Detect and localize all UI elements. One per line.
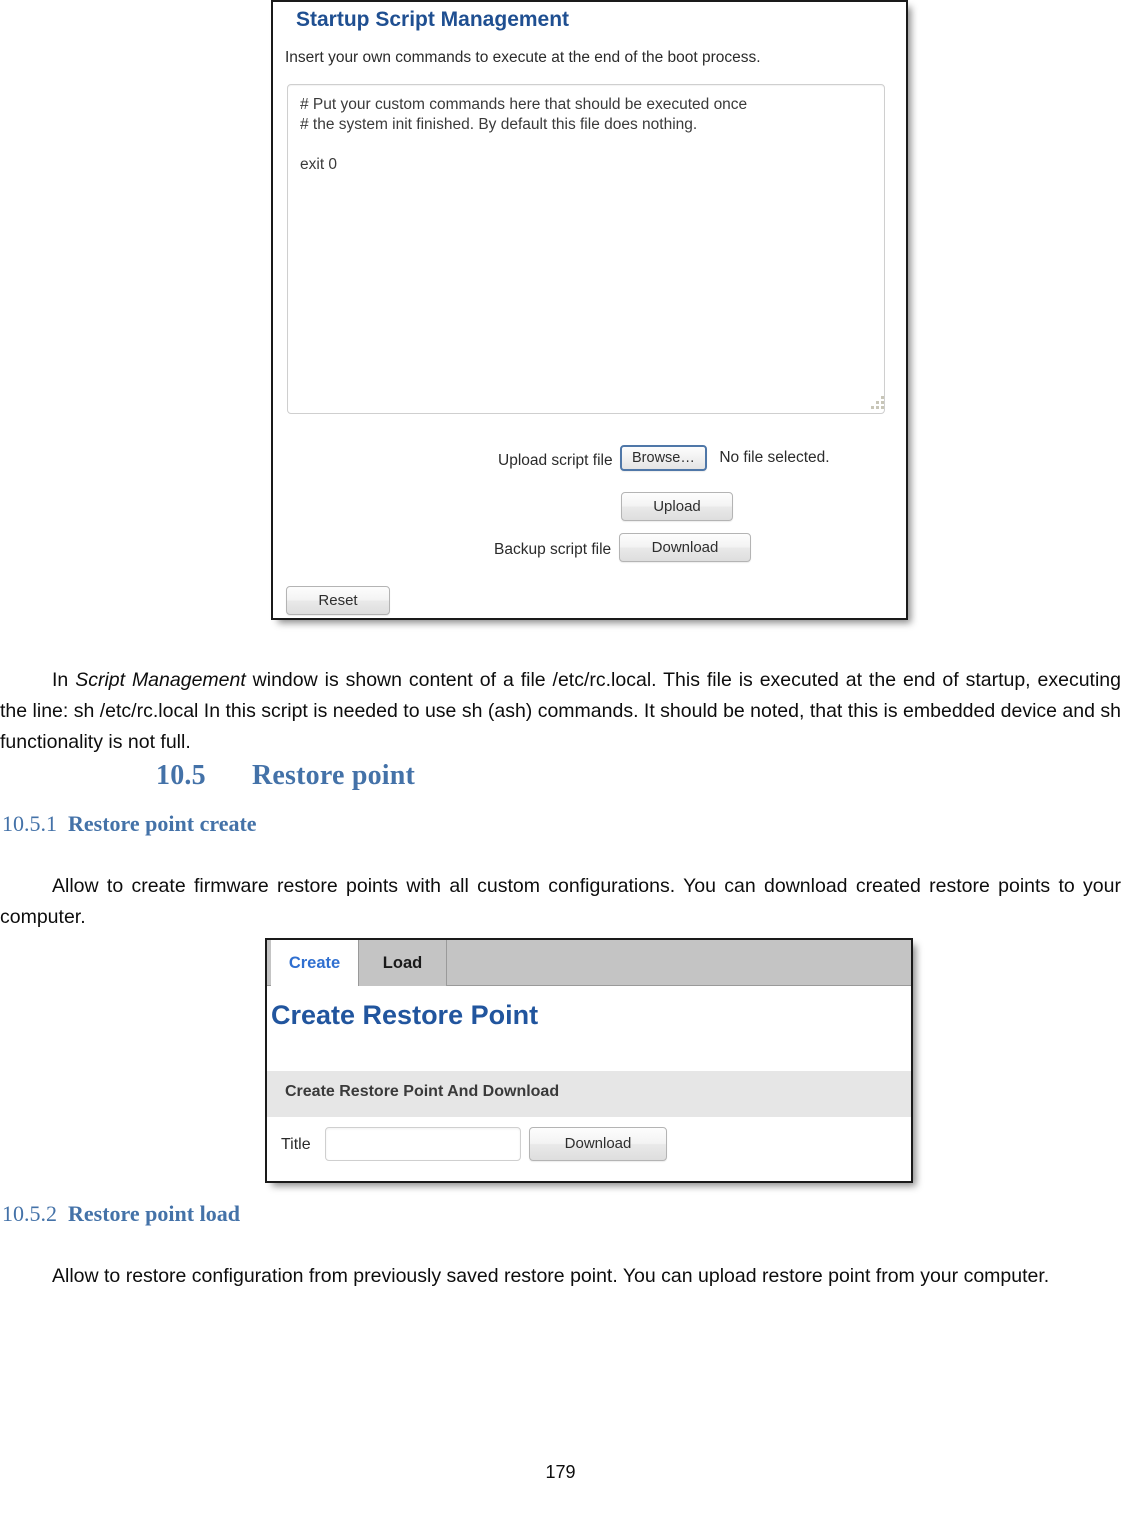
download-script-button[interactable]: Download bbox=[619, 533, 751, 562]
restore-point-form-row: Title Download bbox=[267, 1126, 911, 1171]
download-restore-point-button[interactable]: Download bbox=[529, 1127, 667, 1161]
file-selected-status: No file selected. bbox=[719, 449, 830, 466]
paragraph-text: Allow to create firmware restore points … bbox=[0, 874, 1121, 928]
title-field-label: Title bbox=[281, 1136, 311, 1153]
tab-load[interactable]: Load bbox=[359, 940, 447, 986]
startup-script-management-subtitle: Insert your own commands to execute at t… bbox=[285, 49, 761, 66]
heading-10-5-2-title: Restore point load bbox=[68, 1201, 240, 1226]
screenshot-create-restore-point: Create Load Create Restore Point Create … bbox=[265, 938, 913, 1183]
heading-10-5-title: Restore point bbox=[252, 760, 416, 791]
heading-10-5-1-number: 10.5.1 bbox=[2, 811, 57, 836]
heading-10-5-2-number: 10.5.2 bbox=[2, 1201, 57, 1226]
heading-10-5-2: 10.5.2 Restore point load bbox=[2, 1201, 240, 1227]
paragraph-lead: In bbox=[52, 668, 76, 691]
reset-button[interactable]: Reset bbox=[286, 586, 390, 615]
tab-create[interactable]: Create bbox=[271, 940, 359, 986]
browse-button[interactable]: Browse… bbox=[620, 445, 707, 471]
paragraph-restore-point-create: Allow to create firmware restore points … bbox=[0, 871, 1121, 933]
paragraph-text: Allow to restore configuration from prev… bbox=[52, 1264, 1050, 1287]
title-input[interactable] bbox=[325, 1127, 521, 1161]
paragraph-script-management: In Script Management window is shown con… bbox=[0, 665, 1121, 758]
heading-10-5-1: 10.5.1 Restore point create bbox=[2, 811, 257, 837]
heading-10-5-1-title: Restore point create bbox=[68, 811, 257, 836]
textarea-resize-grip-icon[interactable] bbox=[871, 396, 885, 410]
backup-script-file-label: Backup script file bbox=[494, 541, 612, 558]
upload-button[interactable]: Upload bbox=[621, 492, 733, 521]
create-restore-point-section-bar: Create Restore Point And Download bbox=[267, 1071, 911, 1117]
page-number: 179 bbox=[545, 1462, 576, 1482]
script-textarea[interactable]: # Put your custom commands here that sho… bbox=[287, 84, 885, 414]
section-bar-label: Create Restore Point And Download bbox=[285, 1083, 560, 1100]
startup-script-management-title: Startup Script Management bbox=[296, 8, 570, 31]
heading-10-5-number: 10.5 bbox=[156, 760, 206, 791]
script-management-emphasis: Script Management bbox=[75, 668, 246, 691]
screenshot-startup-script-management: Startup Script Management Insert your ow… bbox=[271, 0, 908, 620]
heading-10-5: 10.5 Restore point bbox=[156, 760, 415, 792]
create-restore-point-title: Create Restore Point bbox=[271, 1000, 539, 1030]
paragraph-restore-point-load: Allow to restore configuration from prev… bbox=[0, 1261, 1121, 1292]
upload-script-file-label: Upload script file bbox=[498, 452, 613, 469]
restore-point-tabstrip: Create Load bbox=[267, 940, 911, 986]
